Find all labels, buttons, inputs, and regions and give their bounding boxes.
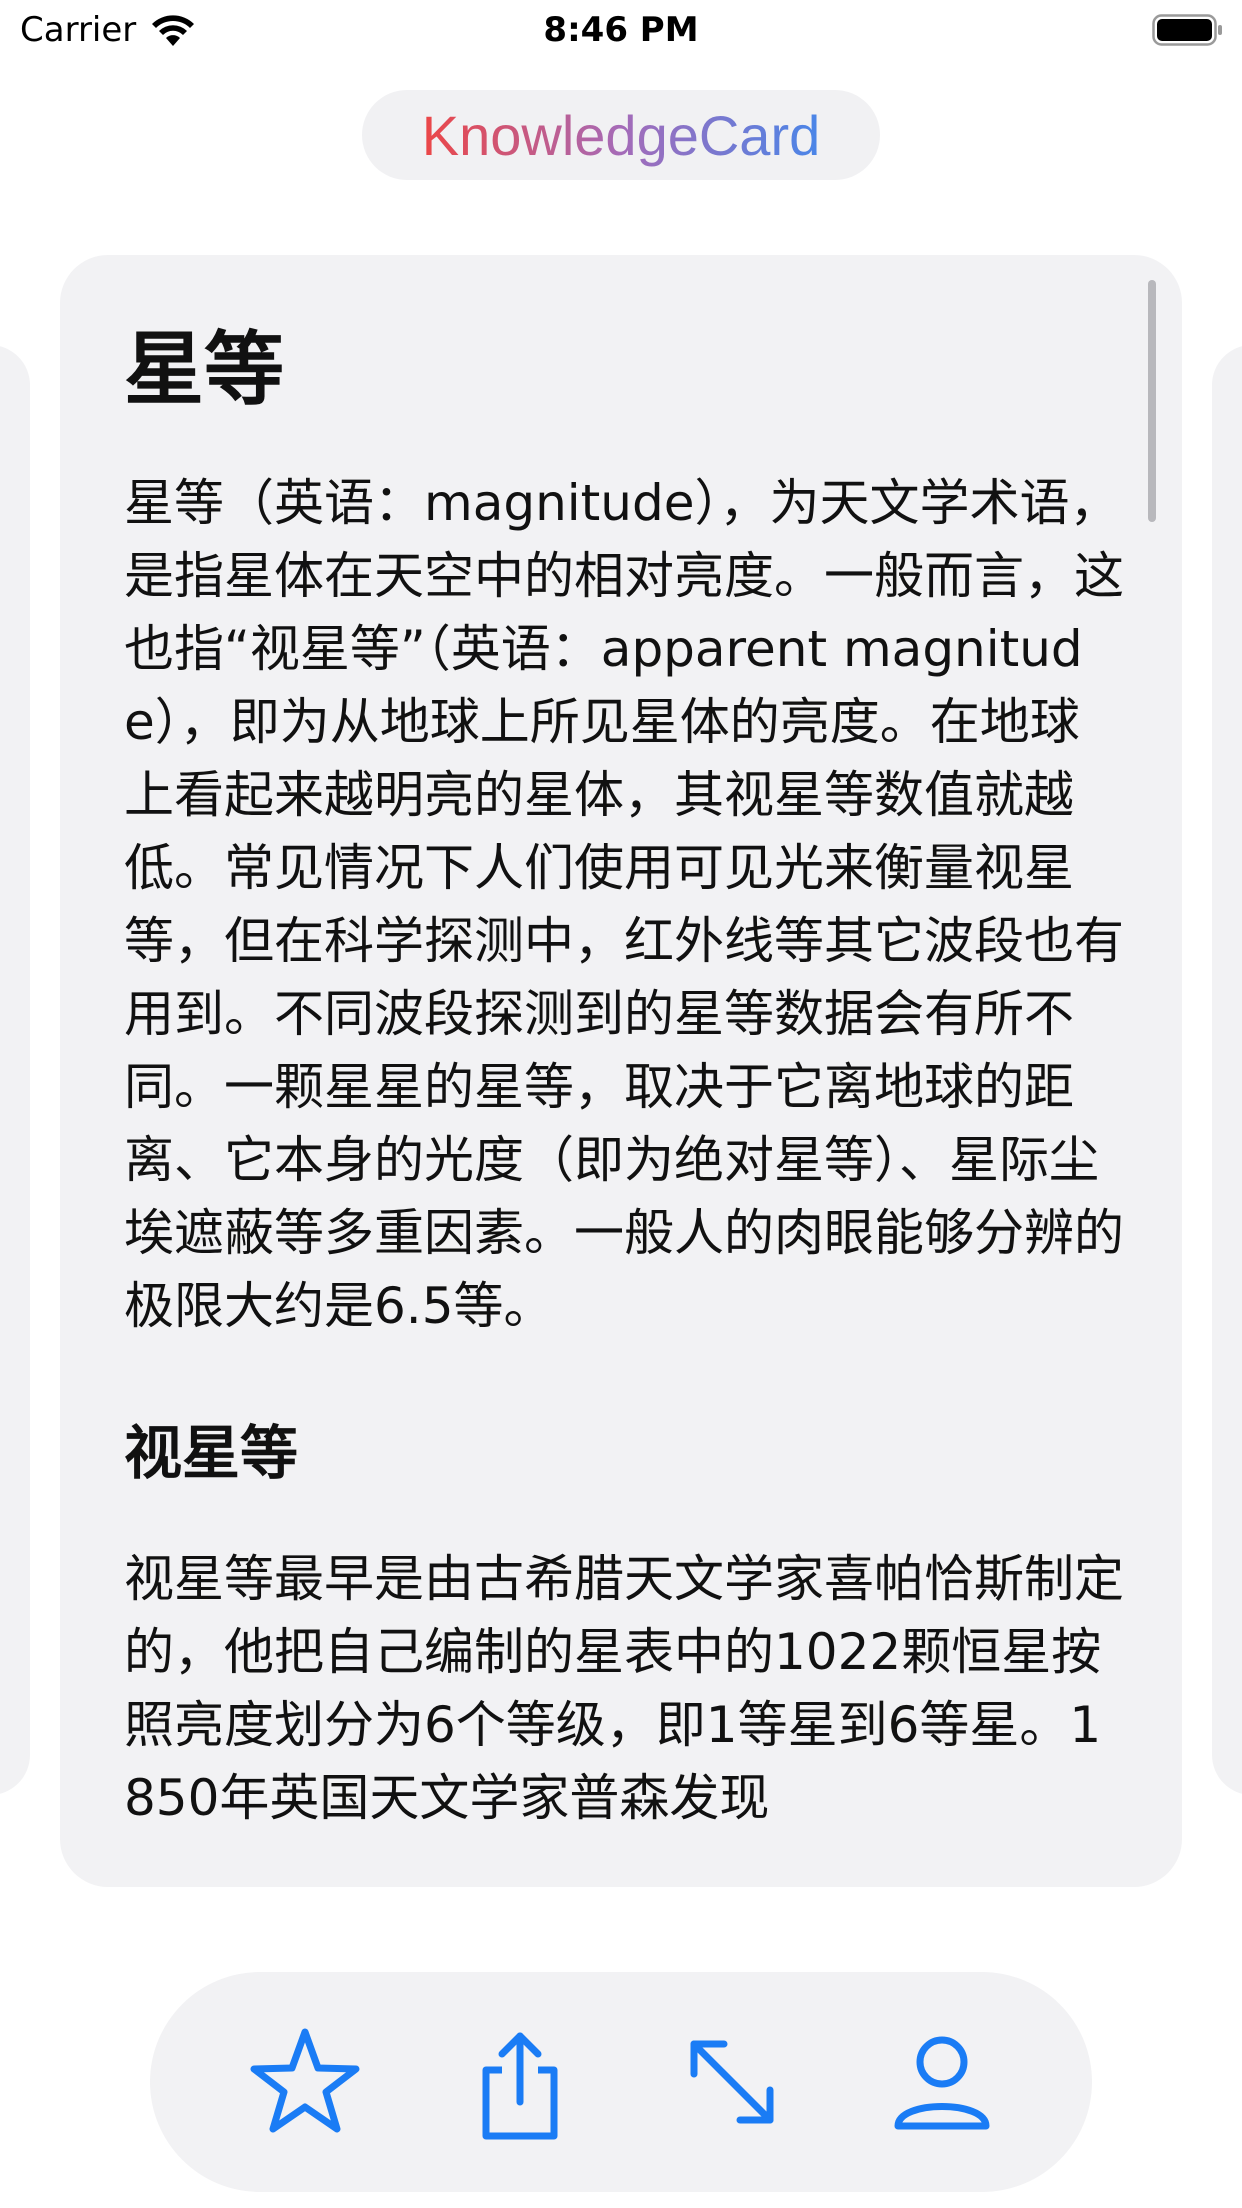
- bottom-toolbar: [150, 1972, 1092, 2192]
- share-icon: [482, 2032, 558, 2140]
- favorite-button[interactable]: [245, 2022, 365, 2142]
- card-paragraph-2: 视星等最早是由古希腊天文学家喜帕恰斯制定的，他把自己编制的星表中的1022颗恒星…: [124, 1550, 1124, 1827]
- app-title-pill: KnowledgeCard: [362, 90, 880, 180]
- person-icon: [894, 2036, 990, 2130]
- expand-button[interactable]: [672, 2022, 792, 2142]
- previous-card-peek[interactable]: [0, 345, 30, 1795]
- share-button[interactable]: [460, 2022, 580, 2142]
- status-bar: Carrier 8:46 PM: [0, 0, 1242, 64]
- knowledge-card[interactable]: 星等 星等（英语：magnitude），为天文学术语，是指星体在天空中的相对亮度…: [60, 255, 1182, 1887]
- card-content: 星等 星等（英语：magnitude），为天文学术语，是指星体在天空中的相对亮度…: [124, 315, 1124, 1835]
- card-subtitle: 视星等: [124, 1419, 299, 1487]
- clock-time: 8:46 PM: [543, 10, 699, 50]
- card-scrollbar[interactable]: [1148, 280, 1156, 522]
- card-title: 星等: [124, 323, 284, 416]
- star-icon: [250, 2028, 360, 2133]
- profile-button[interactable]: [882, 2022, 1002, 2142]
- next-card-peek[interactable]: [1212, 345, 1242, 1795]
- card-paragraph: 星等（英语：magnitude），为天文学术语，是指星体在天空中的相对亮度。一般…: [124, 474, 1124, 1335]
- app-title: KnowledgeCard: [421, 103, 821, 167]
- screen: Carrier 8:46 PM KnowledgeCard 星等 星等（英语：m…: [0, 0, 1242, 2208]
- battery-icon: [1152, 14, 1222, 46]
- expand-icon: [690, 2040, 774, 2124]
